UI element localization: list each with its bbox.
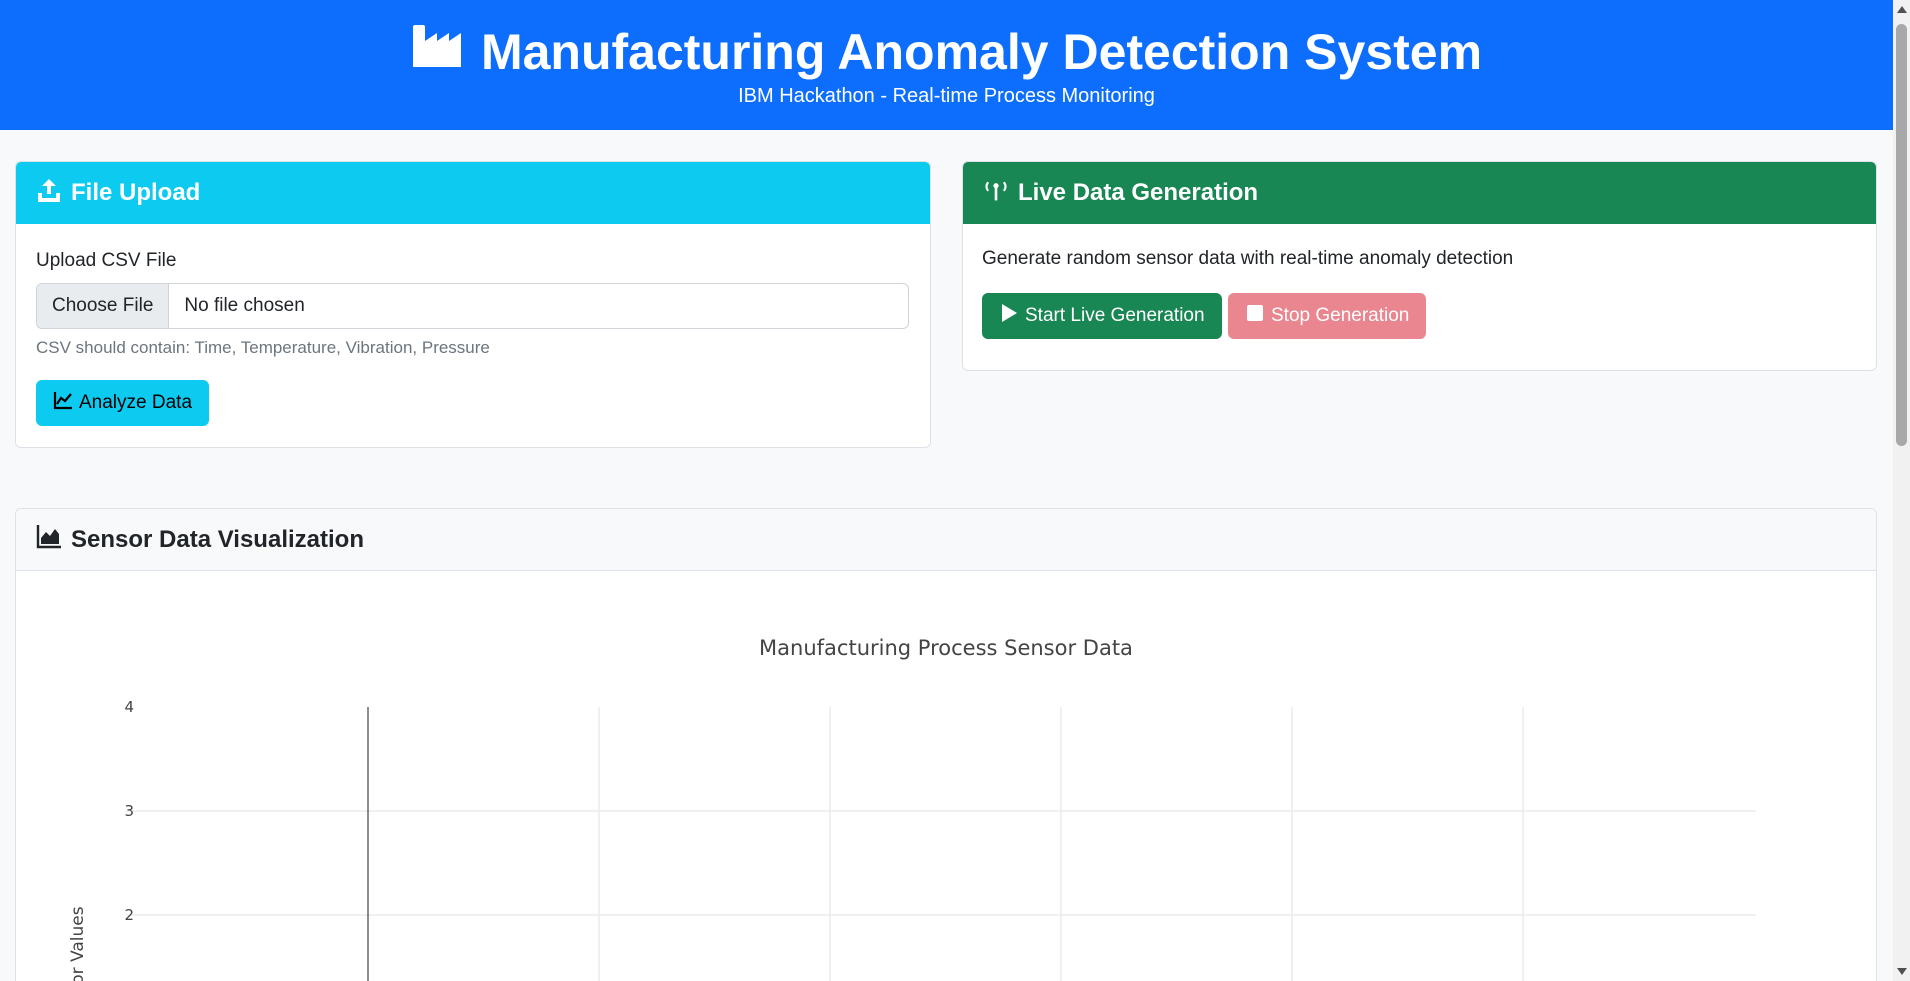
stop-generation-label: Stop Generation xyxy=(1271,305,1410,326)
file-upload-title: File Upload xyxy=(71,179,201,206)
line-chart-icon xyxy=(53,390,73,416)
file-status-text: No file chosen xyxy=(184,295,305,316)
live-data-card: Live Data Generation Generate random sen… xyxy=(962,161,1877,371)
csv-file-input[interactable]: Choose File No file chosen xyxy=(36,283,909,329)
chart-title: Manufacturing Process Sensor Data xyxy=(759,636,1133,660)
broadcast-tower-icon xyxy=(983,177,1009,210)
app-header: Manufacturing Anomaly Detection System I… xyxy=(0,0,1893,130)
stop-generation-button[interactable]: Stop Generation xyxy=(1228,293,1427,339)
y-tick-label: 2 xyxy=(124,906,134,924)
scrollbar-thumb[interactable] xyxy=(1896,24,1907,446)
sensor-visualization-card: Sensor Data Visualization Manufacturing … xyxy=(15,508,1877,981)
factory-icon xyxy=(411,18,463,86)
app-title-text: Manufacturing Anomaly Detection System xyxy=(480,24,1483,80)
start-live-generation-button[interactable]: Start Live Generation xyxy=(982,293,1222,339)
chart-grid xyxy=(126,707,1756,981)
live-data-header: Live Data Generation xyxy=(963,162,1876,224)
vertical-scrollbar[interactable] xyxy=(1893,0,1910,981)
y-tick-label: 4 xyxy=(124,698,134,716)
scroll-up-arrow-icon[interactable] xyxy=(1897,6,1907,13)
play-icon xyxy=(999,303,1019,329)
y-axis-title: Sensor Values xyxy=(68,906,88,981)
page: Manufacturing Anomaly Detection System I… xyxy=(0,0,1893,981)
analyze-data-label: Analyze Data xyxy=(79,392,193,413)
start-live-generation-label: Start Live Generation xyxy=(1025,305,1205,326)
stop-icon xyxy=(1245,303,1265,329)
y-tick-label: 3 xyxy=(124,802,134,820)
csv-help-text: CSV should contain: Time, Temperature, V… xyxy=(36,338,490,357)
scroll-down-arrow-icon[interactable] xyxy=(1897,968,1907,975)
chart-y-ticks: 4 3 2 xyxy=(124,698,134,924)
page-title: Manufacturing Anomaly Detection System xyxy=(0,18,1893,86)
live-data-description: Generate random sensor data with real-ti… xyxy=(982,248,1514,269)
visualization-header: Sensor Data Visualization xyxy=(16,509,1876,571)
upload-icon xyxy=(36,177,62,210)
file-upload-card: File Upload Upload CSV File Choose File … xyxy=(15,161,931,448)
app-subtitle: IBM Hackathon - Real-time Process Monito… xyxy=(738,85,1155,107)
choose-file-button[interactable]: Choose File xyxy=(37,284,170,328)
area-chart-icon xyxy=(36,523,62,556)
visualization-title: Sensor Data Visualization xyxy=(71,525,364,553)
analyze-data-button[interactable]: Analyze Data xyxy=(36,380,210,426)
sensor-chart[interactable]: Manufacturing Process Sensor Data 4 3 2 Se… xyxy=(16,571,1876,981)
live-data-title: Live Data Generation xyxy=(1018,179,1259,206)
upload-csv-label: Upload CSV File xyxy=(36,250,177,271)
file-upload-header: File Upload xyxy=(16,162,930,224)
